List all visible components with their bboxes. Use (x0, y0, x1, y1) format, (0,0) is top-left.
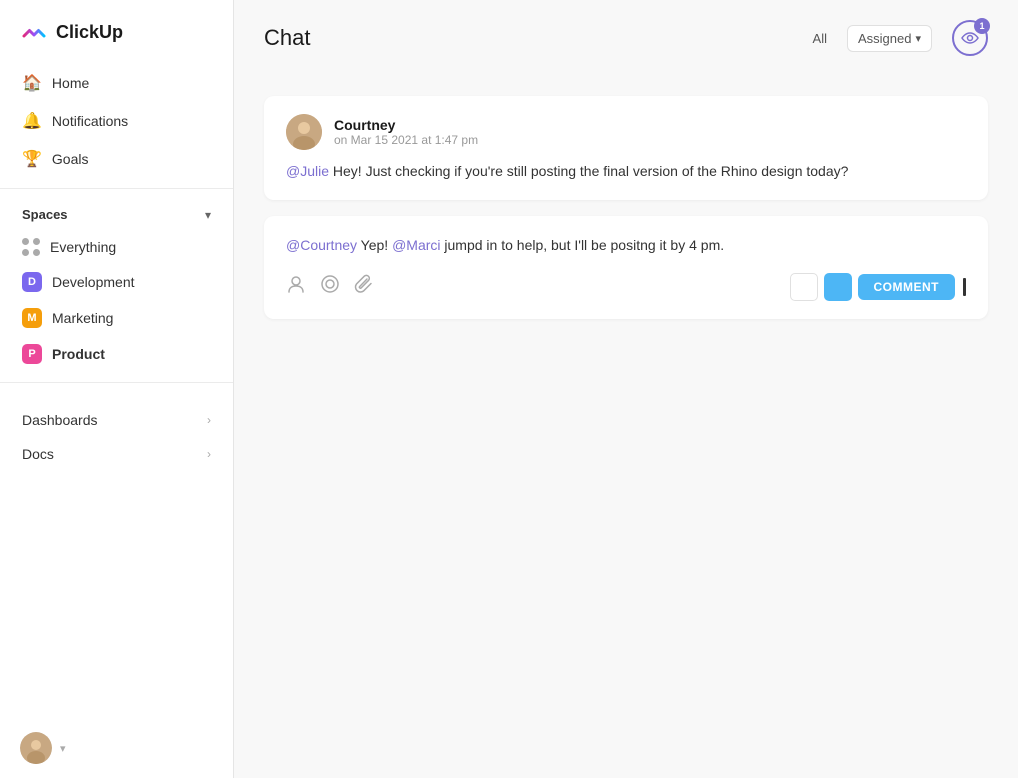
sidebar-notifications-label: Notifications (52, 113, 128, 129)
clickup-logo-icon (20, 18, 48, 46)
everything-label: Everything (50, 239, 116, 255)
message-text-1: Hey! Just checking if you're still posti… (329, 163, 848, 179)
sidebar: ClickUp 🏠 Home 🔔 Notifications 🏆 Goals S… (0, 0, 234, 778)
development-label: Development (52, 274, 135, 290)
marketing-badge: M (22, 308, 42, 328)
spaces-list: Everything D Development M Marketing P P… (0, 230, 233, 372)
chevron-right-icon: › (207, 413, 211, 427)
mention-marci: @Marci (392, 237, 440, 253)
assigned-label: Assigned (858, 31, 911, 46)
sidebar-item-product[interactable]: P Product (10, 336, 223, 372)
sidebar-item-development[interactable]: D Development (10, 264, 223, 300)
mention-courtney: @Courtney (286, 237, 357, 253)
sidebar-home-label: Home (52, 75, 89, 91)
message-meta-1: Courtney on Mar 15 2021 at 1:47 pm (334, 117, 478, 147)
watch-badge[interactable]: 1 (952, 20, 988, 56)
action-icons (286, 274, 374, 299)
chat-header: Chat All Assigned ▾ 1 (234, 0, 1018, 76)
reply-card: @Courtney Yep! @Marci jumpd in to help, … (264, 216, 988, 318)
filter-all-button[interactable]: All (813, 31, 827, 46)
chevron-down-user-icon: ▾ (60, 742, 66, 755)
divider (0, 188, 233, 189)
filter-assigned-dropdown[interactable]: Assigned ▾ (847, 25, 932, 52)
sidebar-item-marketing[interactable]: M Marketing (10, 300, 223, 336)
product-label: Product (52, 346, 105, 362)
chevron-down-filter-icon: ▾ (915, 32, 921, 45)
user-icon[interactable] (286, 274, 306, 299)
avatar-image (20, 732, 52, 764)
sidebar-goals-label: Goals (52, 151, 89, 167)
reply-text-1: Yep! (357, 237, 392, 253)
btn-square-1[interactable] (790, 273, 818, 301)
sidebar-item-home[interactable]: 🏠 Home (10, 64, 223, 102)
dashboards-label: Dashboards (22, 412, 98, 428)
everything-icon (22, 238, 40, 256)
sidebar-nav: 🏠 Home 🔔 Notifications 🏆 Goals (0, 64, 233, 178)
sidebar-item-everything[interactable]: Everything (10, 230, 223, 264)
marketing-label: Marketing (52, 310, 113, 326)
chevron-right-icon-docs: › (207, 447, 211, 461)
user-avatar (20, 732, 52, 764)
sidebar-bottom-section: Dashboards › Docs › (0, 403, 233, 471)
spaces-label: Spaces (22, 207, 68, 222)
sidebar-item-dashboards[interactable]: Dashboards › (10, 403, 223, 437)
reply-text-2: jumpd in to help, but I'll be positng it… (441, 237, 725, 253)
message-body-1: @Julie Hey! Just checking if you're stil… (286, 160, 966, 182)
chat-title: Chat (264, 25, 793, 51)
chevron-down-icon: ▾ (205, 208, 211, 222)
reply-buttons: COMMENT (790, 273, 967, 301)
spaces-header[interactable]: Spaces ▾ (0, 199, 233, 230)
courtney-avatar (286, 114, 322, 150)
development-badge: D (22, 272, 42, 292)
comment-button[interactable]: COMMENT (858, 274, 956, 300)
btn-square-2[interactable] (824, 273, 852, 301)
chat-messages: Courtney on Mar 15 2021 at 1:47 pm @Juli… (234, 76, 1018, 778)
mention-julie: @Julie (286, 163, 329, 179)
reply-actions: COMMENT (286, 273, 966, 301)
goals-icon: 🏆 (22, 149, 42, 169)
divider-2 (0, 382, 233, 383)
watch-count-badge: 1 (974, 18, 990, 34)
home-icon: 🏠 (22, 73, 42, 93)
sidebar-item-goals[interactable]: 🏆 Goals (10, 140, 223, 178)
circle-icon[interactable] (320, 274, 340, 299)
logo-text: ClickUp (56, 22, 123, 43)
attachment-icon[interactable] (354, 274, 374, 299)
cursor-indicator (963, 278, 966, 296)
message-header-1: Courtney on Mar 15 2021 at 1:47 pm (286, 114, 966, 150)
bell-icon: 🔔 (22, 111, 42, 131)
reply-body: @Courtney Yep! @Marci jumpd in to help, … (286, 234, 966, 256)
logo[interactable]: ClickUp (0, 0, 233, 64)
sidebar-item-docs[interactable]: Docs › (10, 437, 223, 471)
main-content: Chat All Assigned ▾ 1 (234, 0, 1018, 778)
product-badge: P (22, 344, 42, 364)
message-card-1: Courtney on Mar 15 2021 at 1:47 pm @Juli… (264, 96, 988, 200)
message-time-1: on Mar 15 2021 at 1:47 pm (334, 133, 478, 147)
docs-label: Docs (22, 446, 54, 462)
sidebar-footer[interactable]: ▾ (0, 718, 233, 778)
sidebar-item-notifications[interactable]: 🔔 Notifications (10, 102, 223, 140)
message-author-1: Courtney (334, 117, 478, 133)
